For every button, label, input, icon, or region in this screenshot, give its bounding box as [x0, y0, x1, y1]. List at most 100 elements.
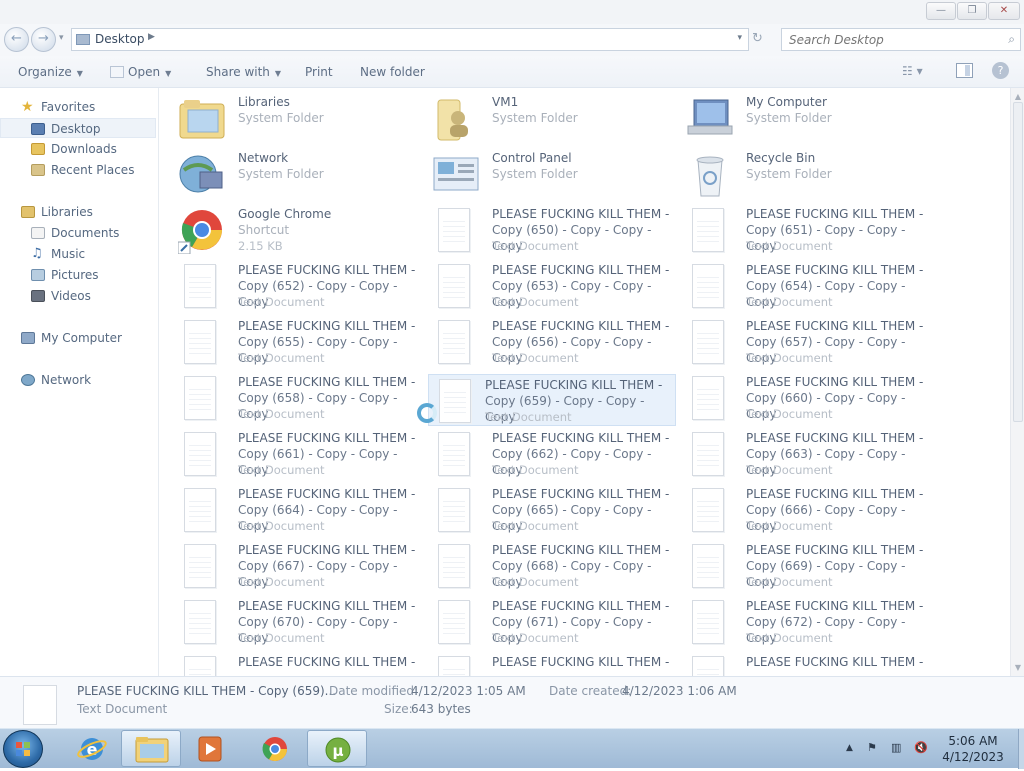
text-document-icon — [23, 685, 57, 725]
sidebar-item-network[interactable]: Network — [0, 370, 156, 390]
item-network[interactable]: Network System Folder — [168, 148, 416, 200]
taskbar-media-player[interactable] — [180, 730, 240, 767]
item-control-panel[interactable]: Control Panel System Folder — [422, 148, 670, 200]
folder-icon — [76, 34, 90, 45]
file-item[interactable]: PLEASE FUCKING KILL THEM - Copy (661) - C… — [168, 428, 416, 480]
search-input[interactable] — [782, 29, 992, 50]
sidebar-item-downloads[interactable]: Downloads — [0, 139, 156, 159]
sidebar-item-desktop[interactable]: Desktop — [0, 118, 156, 138]
file-type: Text Document — [492, 239, 579, 253]
taskbar-file-explorer[interactable] — [121, 730, 181, 767]
file-item[interactable]: PLEASE FUCKING KILL THEM - Copy (651) - C… — [676, 204, 924, 256]
file-item[interactable]: PLEASE FUCKING KILL THEM - Copy (665) - C… — [422, 484, 670, 536]
file-item[interactable]: PLEASE FUCKING KILL THEM - Copy (660) - C… — [676, 372, 924, 424]
clock-date: 4/12/2023 — [942, 750, 1004, 764]
refresh-icon[interactable]: ↻ — [752, 31, 763, 46]
address-dropdown-icon[interactable]: ▾ — [737, 33, 742, 43]
file-item[interactable]: PLEASE FUCKING KILL THEM - Copy (666) - C… — [676, 484, 924, 536]
text-document-icon — [184, 432, 216, 476]
volume-muted-icon[interactable]: 🔇 — [914, 741, 928, 754]
vertical-scrollbar[interactable]: ▲ ▼ — [1010, 88, 1024, 676]
file-item[interactable]: PLEASE FUCKING KILL THEM - Copy (650) - C… — [422, 204, 670, 256]
network-status-icon[interactable]: ▥ — [891, 741, 901, 754]
breadcrumb-chevron-icon[interactable]: ▶ — [148, 32, 155, 42]
maximize-button[interactable]: ❐ — [957, 2, 987, 20]
taskbar-chrome[interactable] — [245, 730, 305, 767]
open-button[interactable]: Open ▼ — [110, 65, 171, 79]
new-folder-button[interactable]: New folder — [360, 65, 425, 79]
file-item[interactable]: PLEASE FUCKING KILL THEM - Copy (669) - C… — [676, 540, 924, 592]
action-center-flag-icon[interactable]: ⚑ — [867, 741, 877, 754]
file-type: Text Document — [492, 631, 579, 645]
address-bar[interactable]: Desktop ▶ ▾ — [71, 28, 749, 51]
file-item[interactable]: PLEASE FUCKING KILL THEM - Copy (658) - C… — [168, 372, 416, 424]
file-item[interactable]: PLEASE FUCKING KILL THEM - Copy (663) - C… — [676, 428, 924, 480]
chevron-down-icon: ▼ — [274, 69, 282, 78]
libraries-icon — [179, 100, 225, 139]
item-my-computer[interactable]: My Computer System Folder — [676, 92, 924, 144]
item-vm1[interactable]: VM1 System Folder — [422, 92, 670, 144]
file-name-prefix: PLEASE FUCKING KILL THEM - — [238, 431, 416, 445]
search-box[interactable]: ⌕ — [781, 28, 1021, 51]
file-item[interactable]: PLEASE FUCKING KILL THEM - Copy (662) - C… — [422, 428, 670, 480]
taskbar-utorrent[interactable]: µ — [307, 730, 367, 767]
minimize-button[interactable]: — — [926, 2, 956, 20]
file-item[interactable]: PLEASE FUCKING KILL THEM - Copy (656) - C… — [422, 316, 670, 368]
file-item[interactable]: PLEASE FUCKING KILL THEM - Copy (667) - C… — [168, 540, 416, 592]
item-google-chrome[interactable]: Google Chrome Shortcut 2.15 KB — [168, 204, 416, 256]
clock[interactable]: 5:06 AM 4/12/2023 — [930, 733, 1016, 765]
item-name: Google Chrome — [238, 207, 332, 221]
preview-pane-icon[interactable] — [956, 63, 973, 78]
share-with-button[interactable]: Share with ▼ — [206, 65, 281, 79]
sidebar-item-music[interactable]: ♫ Music — [0, 244, 156, 264]
file-type: Text Document — [746, 519, 833, 533]
file-item[interactable]: PLEASE FUCKING KILL THEM - Copy (655) - C… — [168, 316, 416, 368]
sidebar-item-videos[interactable]: Videos — [0, 286, 156, 306]
recent-pages-dropdown[interactable]: ▾ — [59, 33, 64, 43]
show-hidden-icons-icon[interactable]: ▲ — [846, 743, 853, 753]
sidebar-item-favorites[interactable]: ★ Favorites — [0, 97, 156, 117]
breadcrumb-desktop[interactable]: Desktop — [95, 32, 145, 46]
sidebar-item-recent-places[interactable]: Recent Places — [0, 160, 156, 180]
media-player-icon — [198, 736, 222, 762]
scrollbar-thumb[interactable] — [1013, 102, 1023, 422]
close-button[interactable]: ✕ — [988, 2, 1020, 20]
forward-button[interactable]: → — [31, 27, 56, 52]
sidebar-item-documents[interactable]: Documents — [0, 223, 156, 243]
scroll-up-icon[interactable]: ▲ — [1013, 92, 1023, 101]
item-libraries[interactable]: Libraries System Folder — [168, 92, 416, 144]
item-recycle-bin[interactable]: Recycle Bin System Folder — [676, 148, 924, 200]
taskbar-internet-explorer[interactable]: e — [62, 730, 122, 767]
downloads-folder-icon — [31, 143, 45, 155]
file-item[interactable]: PLEASE FUCKING KILL THEM - Copy (664) - C… — [168, 484, 416, 536]
file-item[interactable]: PLEASE FUCKING KILL THEM - — [168, 652, 416, 676]
busy-cursor-icon — [417, 403, 437, 423]
file-item[interactable]: PLEASE FUCKING KILL THEM - Copy (671) - C… — [422, 596, 670, 648]
search-icon[interactable]: ⌕ — [1008, 32, 1015, 47]
scroll-down-icon[interactable]: ▼ — [1013, 663, 1023, 672]
file-name-prefix: PLEASE FUCKING KILL THEM - — [746, 599, 924, 613]
sidebar-item-pictures[interactable]: Pictures — [0, 265, 156, 285]
file-item[interactable]: PLEASE FUCKING KILL THEM - Copy (670) - C… — [168, 596, 416, 648]
organize-button[interactable]: Organize ▼ — [18, 65, 83, 79]
text-document-icon — [438, 320, 470, 364]
file-item[interactable]: PLEASE FUCKING KILL THEM - Copy (653) - C… — [422, 260, 670, 312]
change-view-icon[interactable]: ☷ ▾ — [902, 64, 923, 78]
help-icon[interactable]: ? — [992, 62, 1009, 79]
file-item[interactable]: PLEASE FUCKING KILL THEM - Copy (657) - C… — [676, 316, 924, 368]
file-item-selected[interactable]: PLEASE FUCKING KILL THEM - Copy (659) - C… — [428, 374, 676, 426]
file-item[interactable]: PLEASE FUCKING KILL THEM - Copy (668) - C… — [422, 540, 670, 592]
back-button[interactable]: ← — [4, 27, 29, 52]
title-bar[interactable]: — ❐ ✕ — [0, 0, 1024, 24]
file-item[interactable]: PLEASE FUCKING KILL THEM - Copy (652) - C… — [168, 260, 416, 312]
sidebar-item-my-computer[interactable]: My Computer — [0, 328, 156, 348]
print-button[interactable]: Print — [305, 65, 333, 79]
file-item[interactable]: PLEASE FUCKING KILL THEM - — [422, 652, 670, 676]
file-item[interactable]: PLEASE FUCKING KILL THEM - Copy (672) - C… — [676, 596, 924, 648]
sidebar-item-label: Libraries — [41, 205, 93, 219]
sidebar-item-libraries[interactable]: Libraries — [0, 202, 156, 222]
file-item[interactable]: PLEASE FUCKING KILL THEM - Copy (654) - C… — [676, 260, 924, 312]
start-button[interactable] — [3, 730, 43, 768]
file-item[interactable]: PLEASE FUCKING KILL THEM - — [676, 652, 924, 676]
show-desktop-button[interactable] — [1018, 729, 1024, 769]
